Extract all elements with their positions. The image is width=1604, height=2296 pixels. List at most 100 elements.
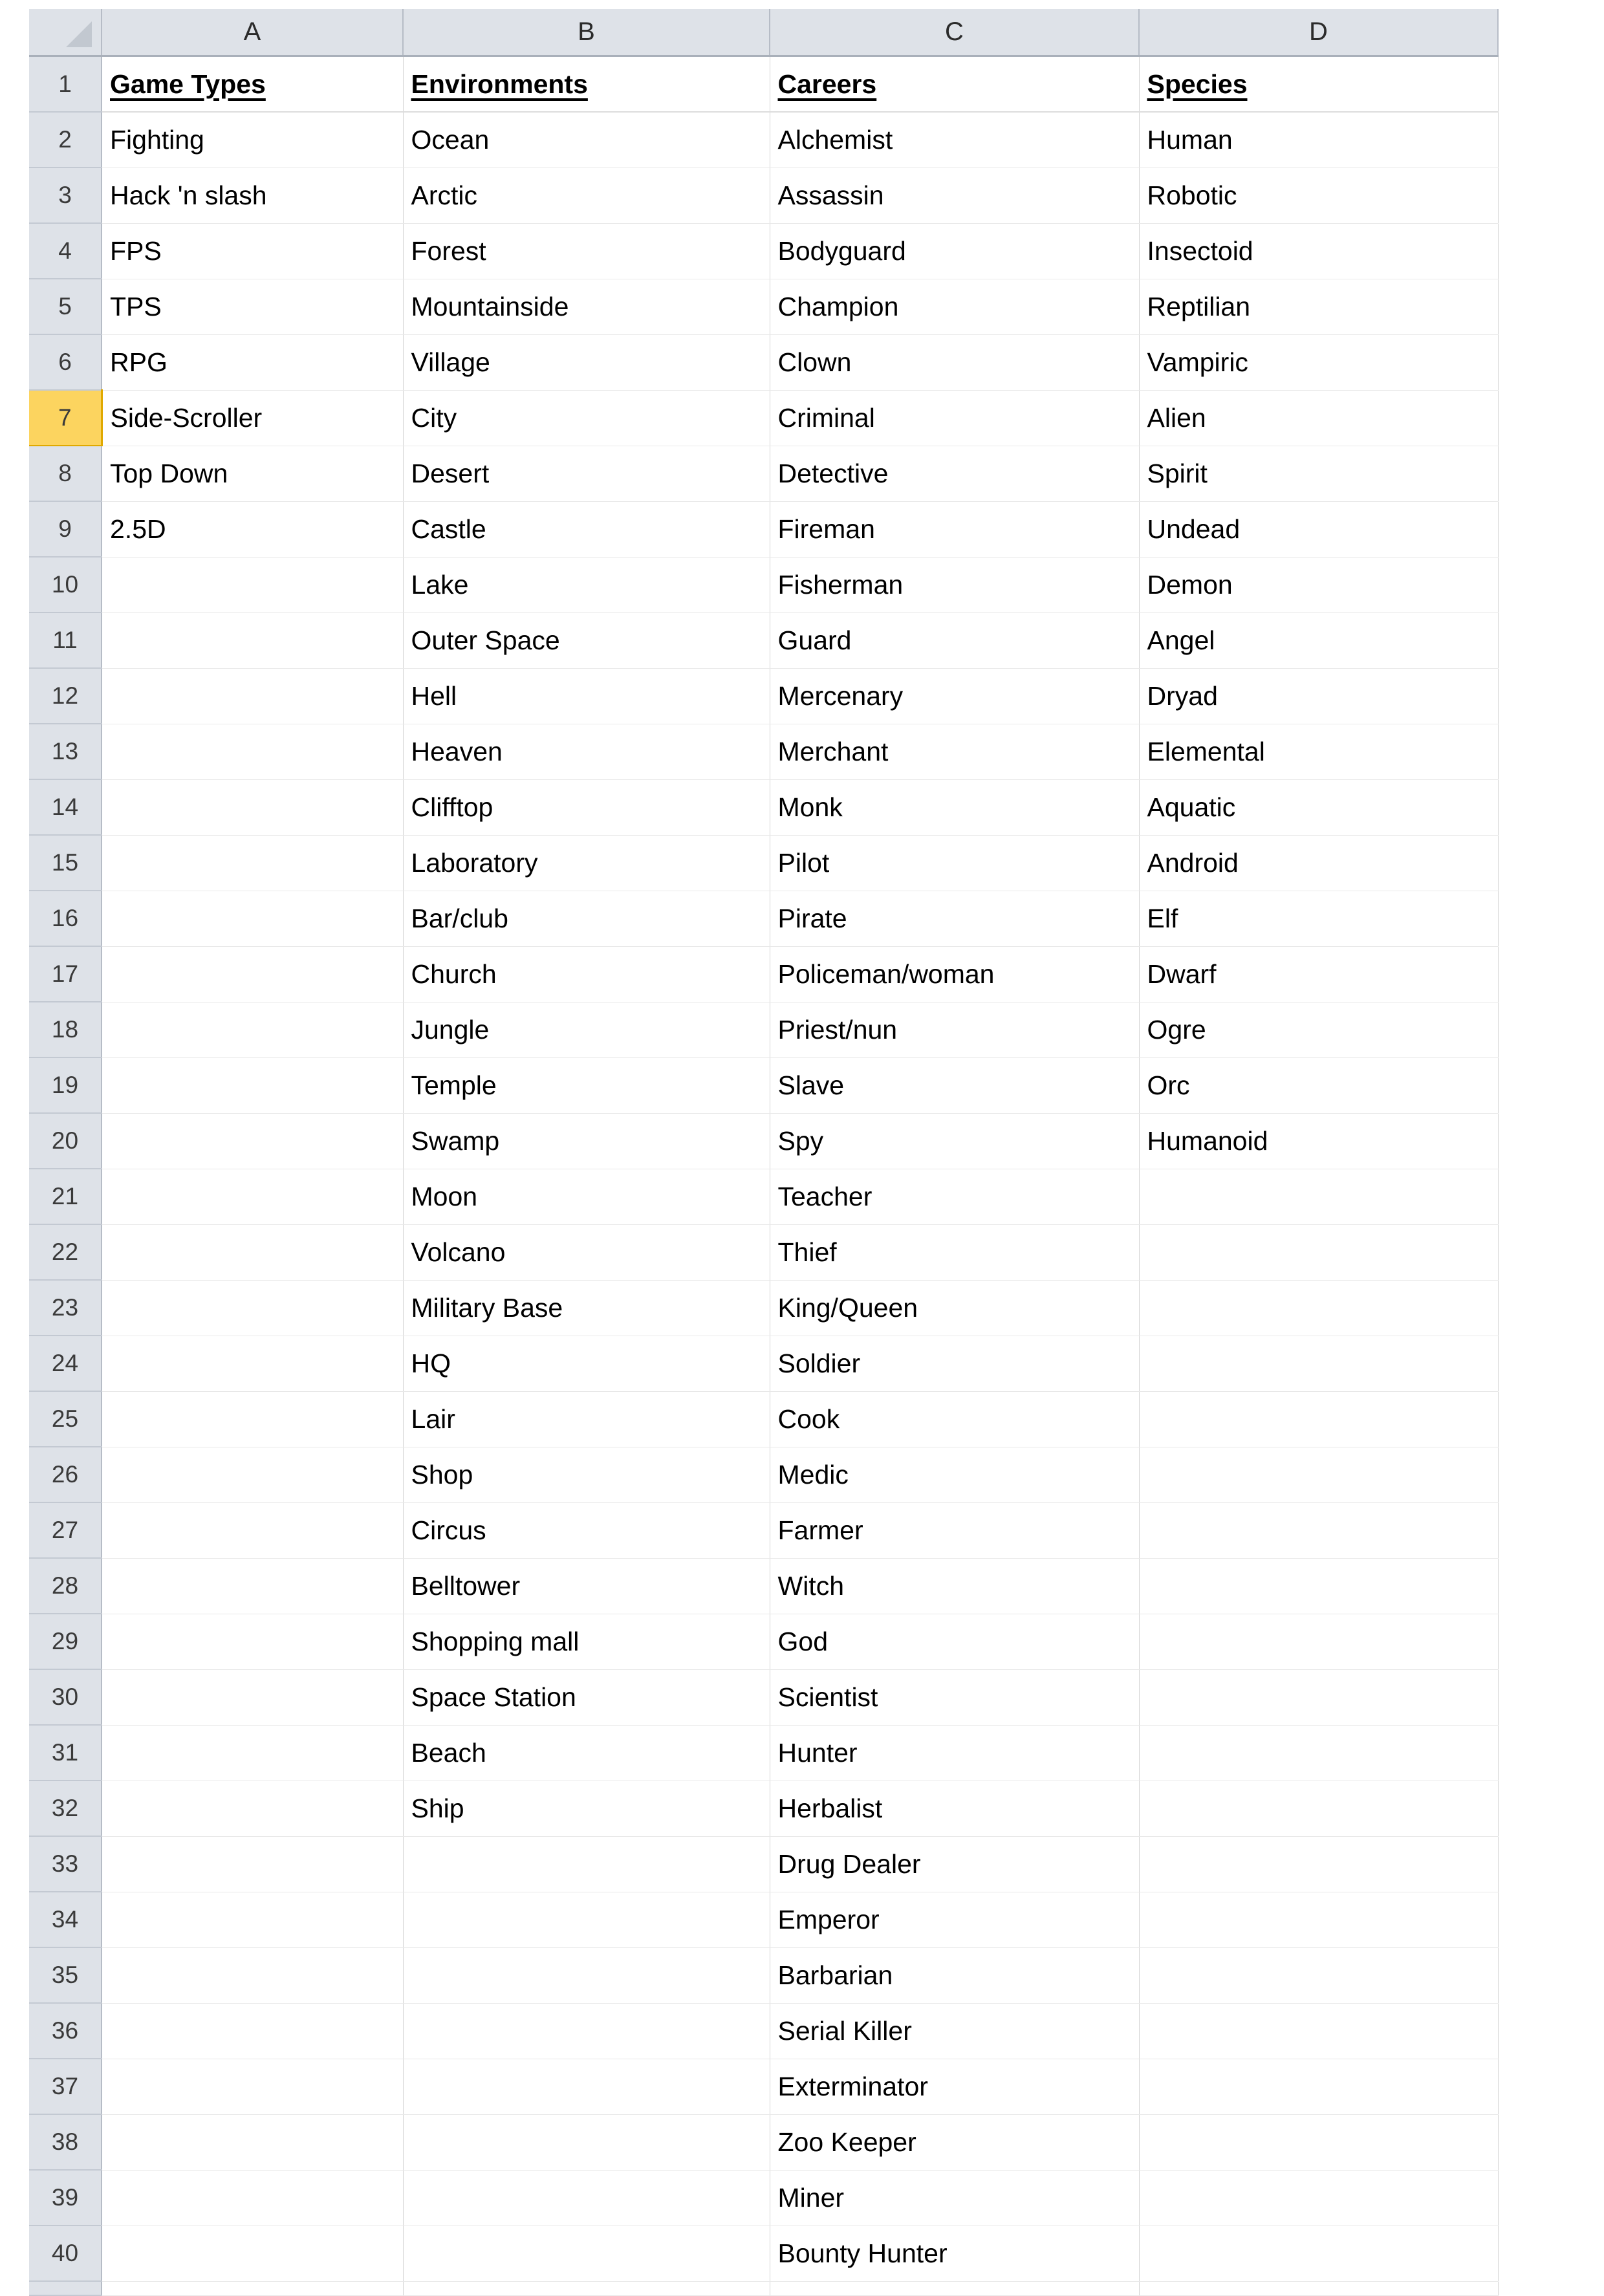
- cell-A22[interactable]: [102, 1224, 404, 1281]
- column-title-d[interactable]: Species: [1139, 56, 1499, 113]
- cell-C16[interactable]: Pirate: [770, 891, 1140, 947]
- row-header-23[interactable]: 23: [29, 1280, 102, 1336]
- row-header-29[interactable]: 29: [29, 1614, 102, 1670]
- column-title-a[interactable]: Game Types: [102, 56, 404, 113]
- cell-B34[interactable]: [403, 1892, 770, 1948]
- cell-D9[interactable]: Undead: [1139, 501, 1499, 558]
- cell-A16[interactable]: [102, 891, 404, 947]
- cell-A40[interactable]: [102, 2226, 404, 2282]
- cell-B6[interactable]: Village: [403, 334, 770, 391]
- cell-A8[interactable]: Top Down: [102, 446, 404, 502]
- row-header-10[interactable]: 10: [29, 557, 102, 613]
- cell-C39[interactable]: Miner: [770, 2170, 1140, 2226]
- cell-C40[interactable]: Bounty Hunter: [770, 2226, 1140, 2282]
- cell-C18[interactable]: Priest/nun: [770, 1002, 1140, 1058]
- cell-A3[interactable]: Hack 'n slash: [102, 168, 404, 224]
- cell-B12[interactable]: Hell: [403, 668, 770, 724]
- row-header-16[interactable]: 16: [29, 891, 102, 947]
- cell-B21[interactable]: Moon: [403, 1169, 770, 1225]
- cell-A26[interactable]: [102, 1447, 404, 1503]
- cell-D13[interactable]: Elemental: [1139, 724, 1499, 780]
- cell-partial[interactable]: [102, 2281, 404, 2296]
- cell-B14[interactable]: Clifftop: [403, 779, 770, 836]
- cell-D22[interactable]: [1139, 1224, 1499, 1281]
- cell-A25[interactable]: [102, 1391, 404, 1447]
- cell-A23[interactable]: [102, 1280, 404, 1336]
- cell-A2[interactable]: Fighting: [102, 112, 404, 168]
- cell-B37[interactable]: [403, 2059, 770, 2115]
- cell-D16[interactable]: Elf: [1139, 891, 1499, 947]
- cell-A37[interactable]: [102, 2059, 404, 2115]
- cell-B24[interactable]: HQ: [403, 1336, 770, 1392]
- select-all-button[interactable]: [29, 9, 102, 57]
- row-header-20[interactable]: 20: [29, 1113, 102, 1169]
- cell-A35[interactable]: [102, 1947, 404, 2004]
- row-header-24[interactable]: 24: [29, 1336, 102, 1392]
- cell-C23[interactable]: King/Queen: [770, 1280, 1140, 1336]
- row-header-8[interactable]: 8: [29, 446, 102, 502]
- cell-C22[interactable]: Thief: [770, 1224, 1140, 1281]
- cell-A13[interactable]: [102, 724, 404, 780]
- row-header-partial[interactable]: [29, 2281, 102, 2296]
- cell-A12[interactable]: [102, 668, 404, 724]
- cell-C28[interactable]: Witch: [770, 1558, 1140, 1614]
- cell-D36[interactable]: [1139, 2003, 1499, 2059]
- cell-D3[interactable]: Robotic: [1139, 168, 1499, 224]
- row-header-14[interactable]: 14: [29, 779, 102, 836]
- cell-A24[interactable]: [102, 1336, 404, 1392]
- cell-B2[interactable]: Ocean: [403, 112, 770, 168]
- row-header-35[interactable]: 35: [29, 1947, 102, 2004]
- cell-A27[interactable]: [102, 1502, 404, 1559]
- row-header-9[interactable]: 9: [29, 501, 102, 558]
- cell-B16[interactable]: Bar/club: [403, 891, 770, 947]
- cell-D38[interactable]: [1139, 2114, 1499, 2171]
- cell-D34[interactable]: [1139, 1892, 1499, 1948]
- cell-A9[interactable]: 2.5D: [102, 501, 404, 558]
- cell-B28[interactable]: Belltower: [403, 1558, 770, 1614]
- cell-partial[interactable]: [1139, 2281, 1499, 2296]
- cell-D35[interactable]: [1139, 1947, 1499, 2004]
- cell-B10[interactable]: Lake: [403, 557, 770, 613]
- cell-B25[interactable]: Lair: [403, 1391, 770, 1447]
- cell-D26[interactable]: [1139, 1447, 1499, 1503]
- row-header-17[interactable]: 17: [29, 946, 102, 1002]
- row-header-19[interactable]: 19: [29, 1057, 102, 1114]
- row-header-7[interactable]: 7: [29, 389, 103, 446]
- row-header-34[interactable]: 34: [29, 1892, 102, 1948]
- row-header-36[interactable]: 36: [29, 2003, 102, 2059]
- cell-D17[interactable]: Dwarf: [1139, 946, 1499, 1002]
- cell-C17[interactable]: Policeman/woman: [770, 946, 1140, 1002]
- cell-B18[interactable]: Jungle: [403, 1002, 770, 1058]
- cell-B11[interactable]: Outer Space: [403, 612, 770, 669]
- cell-C33[interactable]: Drug Dealer: [770, 1836, 1140, 1892]
- cell-B17[interactable]: Church: [403, 946, 770, 1002]
- row-header-6[interactable]: 6: [29, 334, 102, 391]
- row-header-33[interactable]: 33: [29, 1836, 102, 1892]
- cell-C35[interactable]: Barbarian: [770, 1947, 1140, 2004]
- cell-D20[interactable]: Humanoid: [1139, 1113, 1499, 1169]
- cell-B29[interactable]: Shopping mall: [403, 1614, 770, 1670]
- cell-C24[interactable]: Soldier: [770, 1336, 1140, 1392]
- cell-D8[interactable]: Spirit: [1139, 446, 1499, 502]
- cell-C34[interactable]: Emperor: [770, 1892, 1140, 1948]
- cell-A17[interactable]: [102, 946, 404, 1002]
- row-header-15[interactable]: 15: [29, 835, 102, 891]
- row-header-5[interactable]: 5: [29, 279, 102, 335]
- cell-C8[interactable]: Detective: [770, 446, 1140, 502]
- cell-D23[interactable]: [1139, 1280, 1499, 1336]
- cell-B4[interactable]: Forest: [403, 223, 770, 279]
- cell-B13[interactable]: Heaven: [403, 724, 770, 780]
- cell-C31[interactable]: Hunter: [770, 1725, 1140, 1781]
- cell-D5[interactable]: Reptilian: [1139, 279, 1499, 335]
- cell-A28[interactable]: [102, 1558, 404, 1614]
- cell-C21[interactable]: Teacher: [770, 1169, 1140, 1225]
- cell-C25[interactable]: Cook: [770, 1391, 1140, 1447]
- cell-B32[interactable]: Ship: [403, 1781, 770, 1837]
- cell-D11[interactable]: Angel: [1139, 612, 1499, 669]
- cell-A21[interactable]: [102, 1169, 404, 1225]
- cell-D10[interactable]: Demon: [1139, 557, 1499, 613]
- cell-A36[interactable]: [102, 2003, 404, 2059]
- row-header-11[interactable]: 11: [29, 612, 102, 669]
- cell-C20[interactable]: Spy: [770, 1113, 1140, 1169]
- cell-D33[interactable]: [1139, 1836, 1499, 1892]
